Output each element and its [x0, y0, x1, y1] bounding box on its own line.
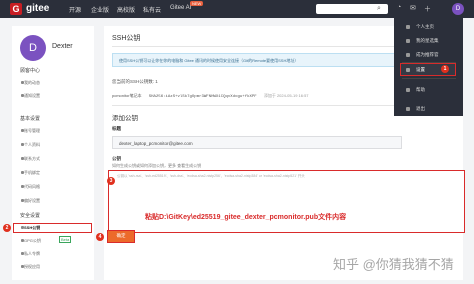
sidebar-item-authorized-apps[interactable]: 授权应用: [24, 264, 40, 270]
info-text: 使用SSH公钥可以让你在你的电脑和 Gitee 通讯的时候使用安全连接（Git的…: [119, 58, 299, 63]
sidebar-item-tokens[interactable]: 私人令牌: [24, 251, 40, 257]
menu-divider: [402, 78, 456, 79]
search-icon[interactable]: ⌕: [377, 4, 381, 14]
section-title-user-center: 顾客中心: [20, 68, 41, 74]
nav-enterprise[interactable]: 企业版: [91, 5, 109, 14]
key-name[interactable]: pcmonitor笔记本: [112, 93, 142, 98]
settings-sidebar: D Dexter 顾客中心 我的动态 通知设置 基本设置 账号管理 个人资料 联…: [12, 26, 94, 280]
sidebar-item-phone[interactable]: 手机绑定: [24, 170, 40, 176]
paste-instruction: 粘贴D:\GitKey\ed25519_gitee_dexter_pcmonit…: [145, 214, 347, 221]
notification-icon[interactable]: ✉: [410, 4, 416, 12]
page-title: SSH公钥: [112, 35, 141, 42]
logout-icon: [406, 107, 410, 111]
recommend-icon: [406, 53, 410, 57]
sidebar-item-contact[interactable]: 联系方式: [24, 156, 40, 162]
nav-opensource[interactable]: 开源: [69, 5, 81, 14]
menu-item-stars[interactable]: 我的星选集: [416, 38, 439, 44]
sidebar-item-preferences[interactable]: 偏好设置: [24, 198, 40, 204]
new-badge: NEW: [190, 1, 204, 6]
username[interactable]: Dexter: [52, 43, 73, 50]
menu-item-recommender[interactable]: 成为推荐官: [416, 52, 439, 58]
watermark: 知乎 @你猜我猜不猜: [333, 257, 454, 272]
help-icon: [406, 88, 410, 92]
key-count: 您当前的SSH公钥数: 1: [112, 79, 158, 84]
add-key-title: 添加公钥: [112, 115, 138, 122]
top-navbar: G gitee 开源 企业版 高校版 私有云 Gitee AI NEW ⌕ ◔ …: [0, 0, 474, 18]
sidebar-item-activity[interactable]: 我的动态: [24, 80, 40, 86]
title-input[interactable]: dexter_laptop_pcmonitor@gitee.com: [112, 136, 402, 149]
step-1-marker: 1: [441, 65, 449, 73]
pubkey-placeholder: 公钥以 'ssh-rsa'、'ssh-ed25519'、'ssh-dss'、'e…: [117, 174, 305, 178]
star-icon: [406, 39, 410, 43]
menu-item-logout[interactable]: 退出: [416, 106, 425, 112]
plus-icon[interactable]: ＋: [424, 4, 431, 14]
sidebar-item-notifications[interactable]: 通知设置: [24, 93, 40, 99]
menu-item-homepage[interactable]: 个人主页: [416, 24, 434, 30]
gpg-beta-badge: Beta: [59, 236, 72, 243]
nav-gitee-ai[interactable]: Gitee AI: [170, 5, 191, 11]
menu-item-help[interactable]: 帮助: [416, 87, 425, 93]
sidebar-item-profile[interactable]: 个人资料: [24, 142, 40, 148]
nav-education[interactable]: 高校版: [117, 5, 135, 14]
brand-name[interactable]: gitee: [26, 3, 49, 14]
nav-private-cloud[interactable]: 私有云: [143, 5, 161, 14]
avatar[interactable]: D: [20, 35, 46, 61]
helper-text[interactable]: 如何生成公钥或如何添加公钥，更多 查看生成公钥: [112, 163, 201, 169]
pubkey-label: 公钥: [112, 156, 121, 161]
user-avatar-menu[interactable]: D: [452, 3, 464, 15]
section-title-basic: 基本设置: [20, 116, 41, 122]
sidebar-item-code-style[interactable]: 代码风格: [24, 184, 40, 190]
step-3-marker: 3: [107, 177, 115, 185]
pubkey-textarea[interactable]: 公钥以 'ssh-rsa'、'ssh-ed25519'、'ssh-dss'、'e…: [108, 170, 465, 233]
step-2-marker: 2: [3, 224, 11, 232]
home-icon: [406, 25, 410, 29]
key-date: 添加于 2024-05-19 16:57: [263, 93, 309, 98]
key-fingerprint: SHA256:iAzS+vlSk7gOpmr3WFNHWX1CQqvXdogu+…: [148, 95, 257, 99]
sidebar-item-gpg-keys[interactable]: GPG公钥: [24, 238, 41, 244]
info-banner: 使用SSH公钥可以让你在你的电脑和 Gitee 通讯的时候使用安全连接（Git的…: [112, 53, 410, 67]
title-input-value: dexter_laptop_pcmonitor@gitee.com: [119, 141, 193, 146]
sidebar-item-account[interactable]: 账号管理: [24, 128, 40, 134]
ssh-keys-highlight: [13, 223, 92, 233]
step-4-marker: 4: [96, 233, 104, 241]
bell-icon[interactable]: ◔: [397, 4, 401, 11]
section-title-security: 安全设置: [20, 213, 41, 219]
gitee-logo-icon[interactable]: G: [10, 3, 22, 15]
confirm-button[interactable]: 确定: [107, 230, 135, 243]
existing-key-row: pcmonitor笔记本 SHA256:iAzS+vlSk7gOpmr3WFNH…: [112, 93, 309, 99]
title-label: 标题: [112, 126, 121, 131]
